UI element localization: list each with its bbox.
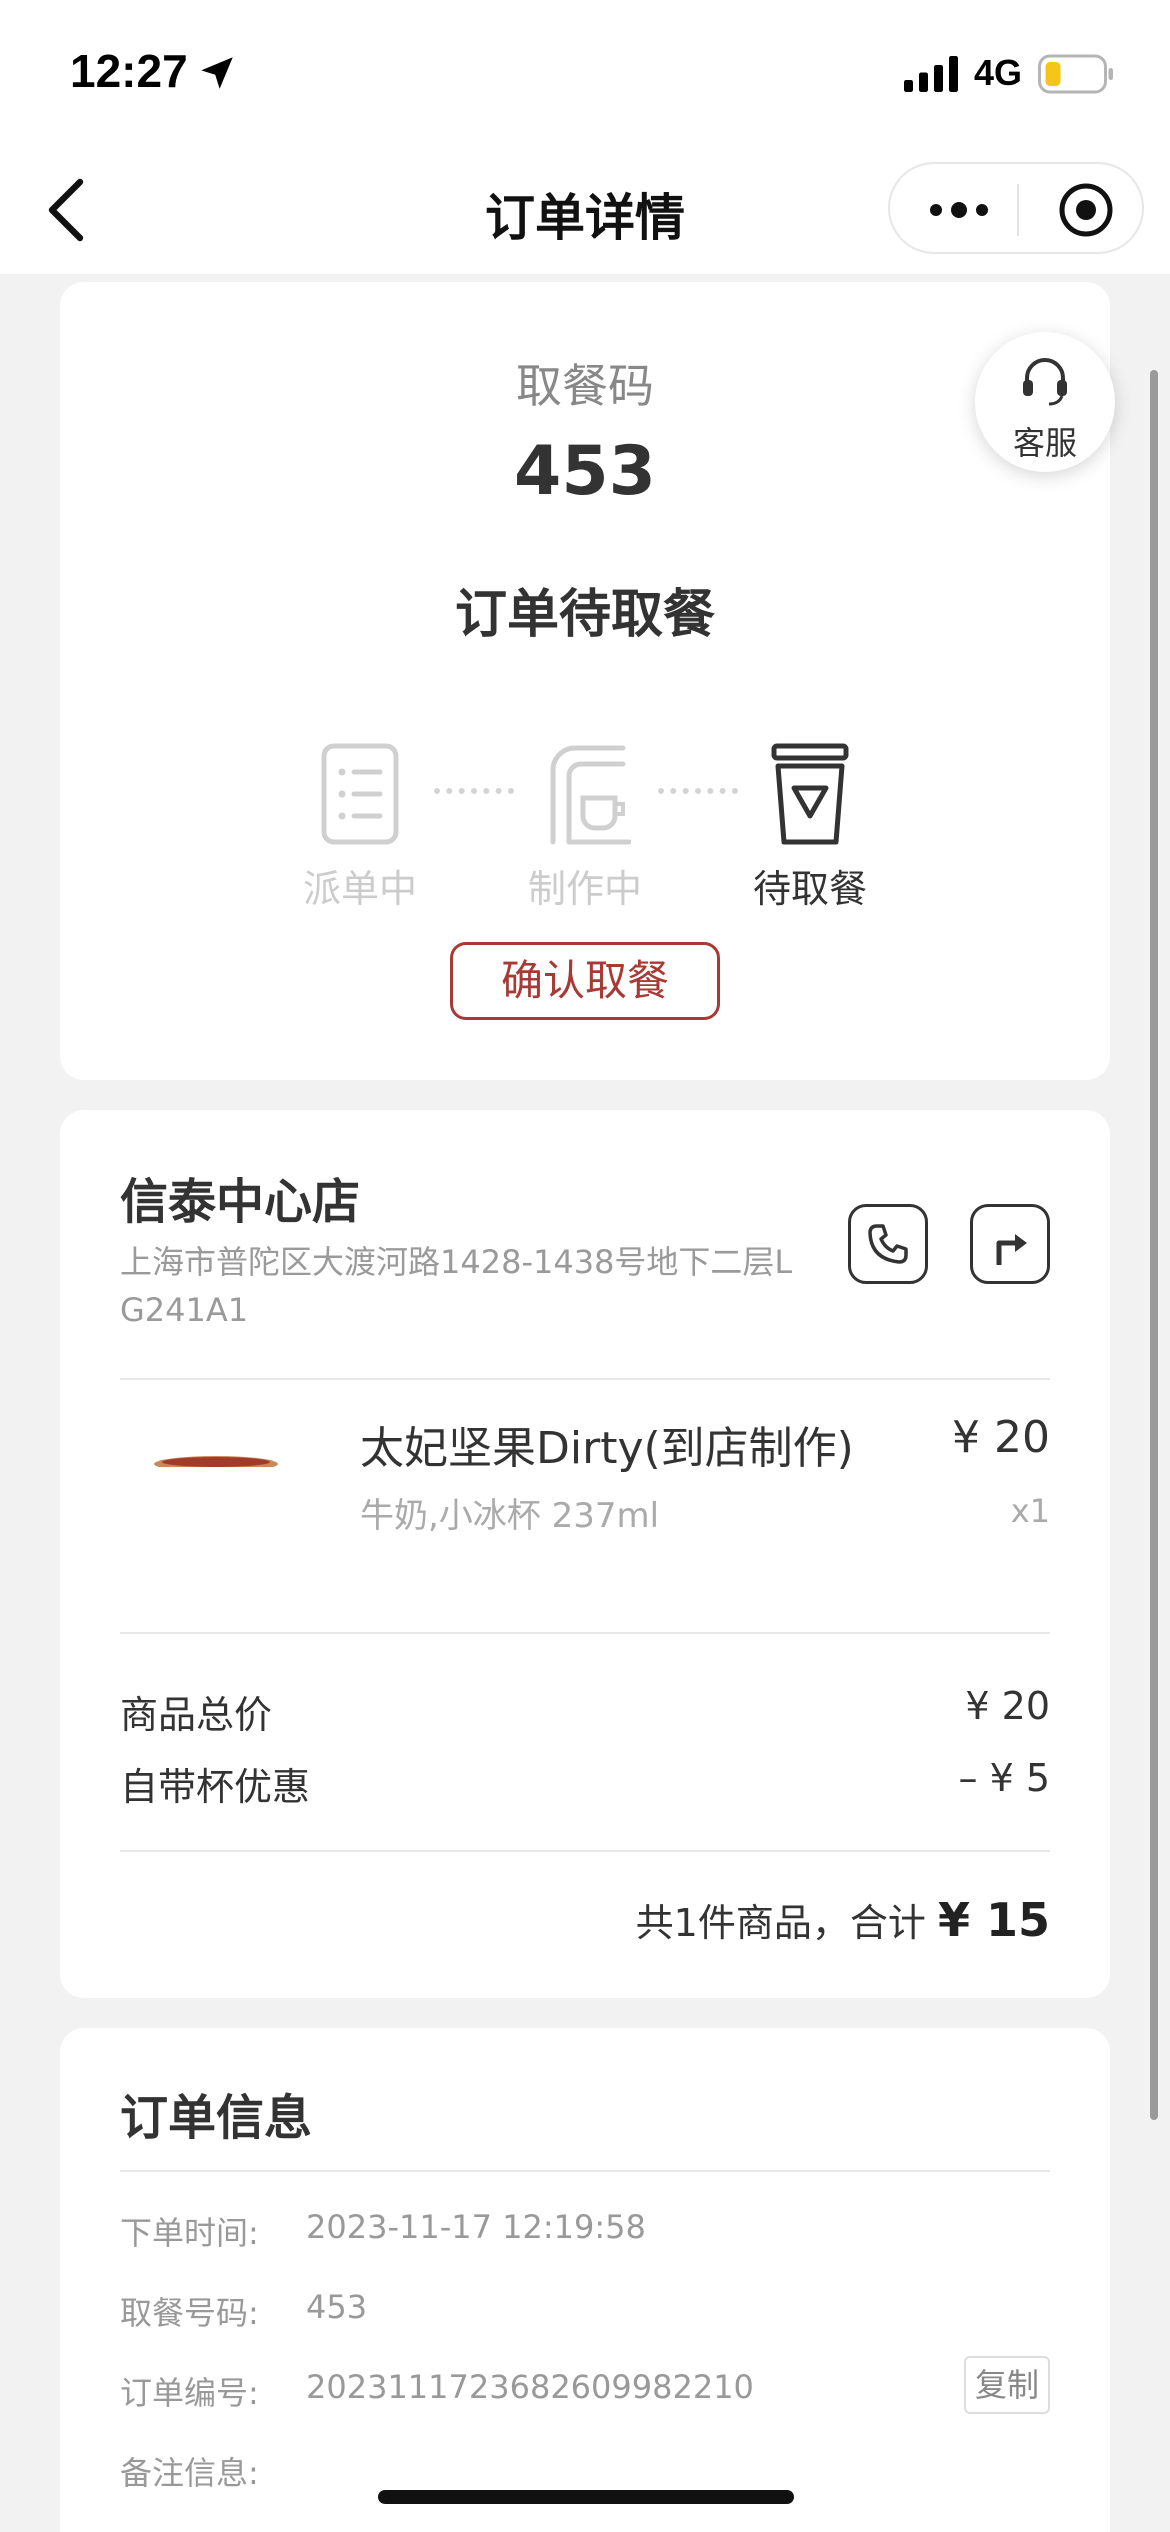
divider — [120, 2170, 1050, 2172]
discount-label: 自带杯优惠 — [120, 1765, 311, 1809]
order-number-value: 20231117236826099822​10 — [306, 2368, 754, 2406]
mini-program-capsule — [888, 162, 1144, 254]
subtotal-row: 商品总价 ¥ 20 — [120, 1684, 1050, 1739]
call-store-button[interactable] — [848, 1204, 928, 1284]
order-status: 订单待取餐 — [454, 585, 715, 645]
product-image — [150, 1456, 282, 1490]
coffee-machine-icon — [550, 745, 631, 845]
subtotal-value: ¥ 20 — [965, 1684, 1050, 1728]
more-icon[interactable] — [926, 190, 992, 230]
divider — [120, 1632, 1050, 1634]
location-arrow-icon — [201, 57, 233, 89]
cup-icon — [771, 743, 849, 845]
headset-icon — [1023, 358, 1067, 406]
order-time-label: 下单时间: — [120, 2214, 259, 2252]
pickup-code-label: 取餐码 — [516, 359, 654, 413]
order-number-label: 订单编号: — [120, 2374, 259, 2412]
copy-order-number-button[interactable]: 复制 — [964, 2356, 1050, 2414]
step-making: 制作中 — [505, 742, 665, 911]
close-icon[interactable] — [1058, 182, 1114, 238]
pickup-code: 453 — [514, 432, 656, 511]
order-info-title: 订单信息 — [120, 2090, 313, 2146]
product-name: 太妃坚果Dirty(到店制作) — [360, 1423, 854, 1474]
step-dispatching: 派单中 — [280, 742, 440, 911]
step-connector — [434, 788, 514, 794]
divider — [120, 1378, 1050, 1380]
network-label: 4G — [974, 52, 1023, 93]
step-connector — [658, 788, 738, 794]
status-bar: 12:27 4G — [0, 0, 1170, 150]
store-name: 信泰中心店 — [120, 1174, 361, 1230]
store-order-card: 信泰中心店 上海市普陀区大渡河路1428-1438号地下二层LG241A1 太妃… — [60, 1110, 1110, 1998]
total-amount: ¥ 15 — [937, 1893, 1050, 1947]
status-time: 12:27 — [70, 45, 188, 97]
pickup-number-value: 453 — [306, 2288, 368, 2326]
customer-service-button[interactable]: 客服 — [975, 332, 1115, 472]
remark-label: 备注信息: — [120, 2454, 259, 2492]
product-spec: 牛奶,小冰杯 237ml — [360, 1496, 660, 1536]
service-label: 客服 — [1012, 424, 1077, 462]
pickup-card: 取餐码 453 订单待取餐 客服 派单中 制作中 待取餐 确认取餐 — [60, 282, 1115, 1080]
confirm-pickup-button[interactable]: 确认取餐 — [450, 942, 720, 1020]
scrollbar[interactable] — [1150, 370, 1158, 2120]
order-info-card: 订单信息 下单时间: 2023-11-17 12:19:58 取餐号码: 453… — [60, 2028, 1110, 2532]
navigate-button[interactable] — [970, 1204, 1050, 1284]
capsule-divider — [1017, 184, 1019, 236]
total-prefix: 共1件商品，合计 — [635, 1901, 926, 1945]
discount-value: – ¥ 5 — [958, 1756, 1050, 1800]
nav-bar: 订单详情 — [0, 150, 1170, 274]
product-quantity: x1 — [1010, 1492, 1050, 1530]
signal-icon — [904, 56, 958, 92]
step-label-awaiting-pickup: 待取餐 — [752, 867, 867, 911]
subtotal-label: 商品总价 — [120, 1693, 273, 1737]
store-address: 上海市普陀区大渡河路1428-1438号地下二层LG241A1 — [120, 1243, 793, 1329]
discount-row: 自带杯优惠 – ¥ 5 — [120, 1756, 1050, 1811]
step-awaiting-pickup: 待取餐 — [730, 742, 890, 911]
divider — [120, 1850, 1050, 1852]
home-indicator[interactable] — [378, 2490, 794, 2504]
product-price: ¥ 20 — [952, 1412, 1050, 1463]
navigate-icon — [996, 1234, 1027, 1265]
step-label-making: 制作中 — [527, 867, 642, 911]
battery-icon — [1038, 54, 1113, 94]
order-list-icon — [321, 743, 399, 845]
total-row: 共1件商品，合计 ¥ 15 — [636, 1892, 1050, 1947]
phone-icon — [868, 1224, 908, 1264]
order-time-value: 2023-11-17 12:19:58 — [306, 2208, 646, 2246]
step-label-dispatching: 派单中 — [302, 867, 417, 911]
pickup-number-label: 取餐号码: — [120, 2294, 259, 2332]
